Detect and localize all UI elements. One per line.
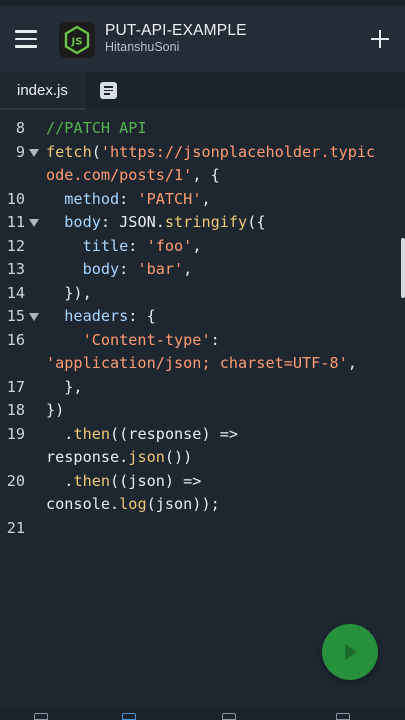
line-number: 12 <box>6 236 25 255</box>
code-token: stringify <box>164 213 248 231</box>
code-line[interactable]: response.json()) <box>46 448 192 466</box>
line-number: 10 <box>6 189 25 208</box>
nav-files-icon[interactable] <box>122 713 136 720</box>
code-line[interactable]: .then((response) => <box>46 425 238 443</box>
code-token: . <box>46 424 74 443</box>
editor-scrollbar[interactable] <box>401 238 405 298</box>
code-token: }), <box>46 283 92 302</box>
run-button[interactable] <box>322 624 378 680</box>
logo-text: JS <box>71 37 83 48</box>
line-number: 15 <box>6 307 25 325</box>
nav-more-icon[interactable] <box>336 713 350 720</box>
code-token: : <box>210 330 220 349</box>
code-token: : JSON. <box>100 213 165 231</box>
code-token: method <box>46 189 120 208</box>
code-token: 'Content-type' <box>46 330 211 349</box>
fold-chevron-icon[interactable] <box>29 219 39 227</box>
project-title: PUT-API-EXAMPLE <box>105 22 247 39</box>
tab-index-js[interactable]: index.js <box>0 72 86 110</box>
plus-icon[interactable] <box>371 30 389 48</box>
line-number: 9 <box>15 142 25 161</box>
code-line[interactable]: 'application/json; charset=UTF-8', <box>46 354 357 372</box>
code-token: ((response) => <box>110 424 239 443</box>
code-token: ()) <box>164 448 193 466</box>
code-line[interactable]: method: 'PATCH', <box>46 189 211 208</box>
fold-chevron-icon[interactable] <box>29 313 39 321</box>
document-icon[interactable] <box>100 82 117 99</box>
code-line[interactable]: body: JSON.stringify({ <box>46 213 265 231</box>
code-token: json <box>128 448 165 466</box>
line-number: 8 <box>15 119 25 137</box>
code-line[interactable]: fetch('https://jsonplaceholder.typic <box>46 143 375 161</box>
code-token: ({ <box>247 213 266 231</box>
code-token: , { <box>192 166 220 184</box>
nav-editor-icon[interactable] <box>34 713 48 720</box>
code-line[interactable]: //PATCH API <box>46 119 147 137</box>
code-token: 'bar' <box>137 260 184 278</box>
code-token: then <box>73 471 111 490</box>
line-number: 21 <box>6 518 25 537</box>
code-token: body <box>46 213 101 231</box>
code-token: response. <box>46 448 129 466</box>
hamburger-menu-icon[interactable] <box>15 30 37 48</box>
code-token: //PATCH API <box>46 119 147 137</box>
code-token: }) <box>46 401 65 419</box>
project-author: HitanshuSoni <box>105 40 180 54</box>
app-bar: JS PUT-API-EXAMPLE HitanshuSoni <box>0 6 405 72</box>
code-token: console. <box>46 495 120 513</box>
code-token: (json)); <box>146 495 220 513</box>
line-number: 18 <box>6 401 25 419</box>
line-number: 17 <box>6 377 25 396</box>
line-number: 19 <box>6 424 25 443</box>
code-line[interactable]: ode.com/posts/1', { <box>46 166 220 184</box>
code-token: . <box>46 471 74 490</box>
code-line[interactable]: console.log(json)); <box>46 495 220 513</box>
code-token: ((json) => <box>110 471 202 490</box>
code-line[interactable]: title: 'foo', <box>46 236 202 255</box>
code-line[interactable]: 'Content-type': <box>46 331 220 349</box>
code-token: ( <box>91 142 101 161</box>
code-token: : <box>119 260 138 278</box>
code-token: ode.com/posts/1' <box>46 166 193 184</box>
code-editor[interactable]: 8 //PATCH API 9 fetch('https://jsonplacehol… <box>0 110 405 710</box>
code-line[interactable]: body: 'bar', <box>46 260 193 278</box>
line-number: 13 <box>6 260 25 278</box>
code-token: log <box>119 495 147 513</box>
code-line[interactable]: }) <box>46 401 64 419</box>
code-token: 'PATCH' <box>137 189 202 208</box>
code-token: title <box>46 236 129 255</box>
code-token: fetch <box>46 142 92 161</box>
code-token: 'foo' <box>146 236 193 255</box>
code-token: 'application/json; charset=UTF-8' <box>46 354 348 372</box>
code-token: 'https://jsonplaceholder.typic <box>100 142 376 161</box>
line-number: 16 <box>6 330 25 349</box>
code-token: body <box>46 260 120 278</box>
code-token: , <box>201 189 211 208</box>
code-line[interactable]: headers: { <box>46 307 156 325</box>
line-number: 20 <box>6 471 25 490</box>
nodejs-logo-icon: JS <box>59 22 95 58</box>
fold-chevron-icon[interactable] <box>29 148 39 157</box>
code-token: , <box>183 260 193 278</box>
line-number: 14 <box>6 283 25 302</box>
code-token: , <box>192 236 202 255</box>
code-token: : <box>119 189 138 208</box>
nav-run-icon[interactable] <box>222 713 236 720</box>
code-token: : <box>128 236 147 255</box>
bottom-navigation <box>0 710 405 720</box>
code-token: , <box>347 354 357 372</box>
code-line[interactable]: .then((json) => <box>46 472 201 490</box>
code-token: : { <box>128 307 156 325</box>
code-line[interactable]: }, <box>46 377 83 396</box>
code-token: headers <box>46 307 129 325</box>
file-tab-bar: index.js <box>0 72 405 110</box>
code-line[interactable]: }), <box>46 283 92 302</box>
code-token: }, <box>46 377 83 396</box>
tab-label: index.js <box>17 82 68 99</box>
code-token: then <box>73 424 111 443</box>
line-number: 11 <box>6 213 25 231</box>
